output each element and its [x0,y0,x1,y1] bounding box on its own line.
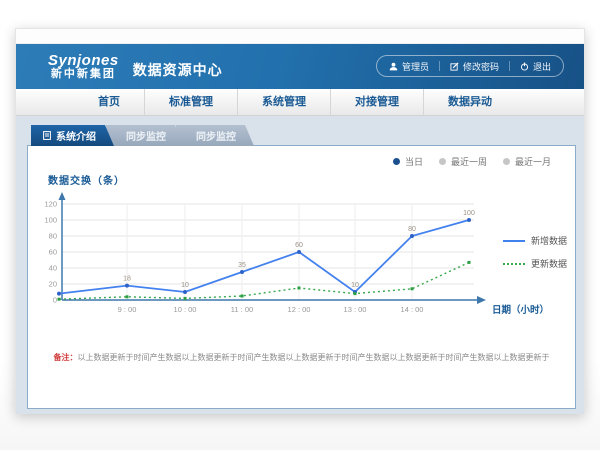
svg-text:80: 80 [408,226,416,233]
svg-text:120: 120 [44,200,57,209]
svg-text:100: 100 [44,216,57,225]
svg-text:0: 0 [53,296,57,305]
svg-text:日期（小时）: 日期（小时） [492,304,549,316]
range-option-label: 当日 [405,155,423,168]
tab-3[interactable]: 同步监控 [176,125,254,146]
legend-item-2: 更新数据 [503,257,567,270]
tab-label: 同步监控 [126,128,166,143]
svg-text:13 : 00: 13 : 00 [344,305,367,314]
range-option-label: 最近一周 [451,155,487,168]
range-option-3[interactable]: 最近一月 [503,155,551,168]
svg-text:10 : 00: 10 : 00 [174,305,197,314]
brand-logo-text: Synjones [48,53,119,69]
desktop-background: Synjones 新中新集团 数据资源中心 管理员 修改密码 [0,0,600,450]
change-password-button[interactable]: 修改密码 [450,60,499,73]
user-icon [389,62,398,71]
brand-logo: Synjones 新中新集团 [48,53,119,80]
radio-icon [503,158,510,165]
legend-item-1: 新增数据 [503,234,567,247]
legend-label: 新增数据 [531,234,567,247]
svg-text:100: 100 [463,210,475,217]
radio-selected-icon [393,158,400,165]
tab-1[interactable]: 系统介绍 [31,125,114,146]
window-top-strip [16,29,584,44]
svg-text:18: 18 [123,276,131,283]
user-toolbar: 管理员 修改密码 退出 [376,55,564,77]
nav-item-4[interactable]: 对接管理 [330,89,423,115]
tab-label: 同步监控 [196,128,236,143]
edit-icon [450,62,459,71]
nav-item-2[interactable]: 标准管理 [144,89,237,115]
document-icon [43,131,51,140]
range-option-2[interactable]: 最近一周 [439,155,487,168]
divider [509,61,510,71]
svg-text:35: 35 [238,262,246,269]
nav-item-5[interactable]: 数据异动 [423,89,516,115]
range-radio-group: 当日 最近一周 最近一月 [393,155,551,168]
nav-item-3[interactable]: 系统管理 [237,89,330,115]
svg-text:80: 80 [49,232,57,241]
radio-icon [439,158,446,165]
svg-text:10: 10 [181,282,189,289]
content-panel: 当日 最近一周 最近一月 数据交换（条） 0 20 40 60 80 100 120 9 : 00… [27,145,576,409]
power-icon [520,62,529,71]
legend-line-sample [503,240,525,242]
divider [439,61,440,71]
legend-line-sample [503,263,525,265]
y-axis-title: 数据交换（条） [48,172,125,187]
app-window: Synjones 新中新集团 数据资源中心 管理员 修改密码 [15,28,585,414]
svg-text:60: 60 [295,242,303,249]
tab-bar: 系统介绍 同步监控 同步监控 [31,125,584,146]
svg-text:40: 40 [49,264,57,273]
line-chart: 0 20 40 60 80 100 120 9 : 00 10 : 00 11 : 00 12 : … [36,186,566,331]
range-option-1[interactable]: 当日 [393,155,423,168]
footer-note-text: 以上数据更新于时间产生数据以上数据更新于时间产生数据以上数据更新于时间产生数据以… [78,353,550,362]
svg-text:12 : 00: 12 : 00 [288,305,311,314]
svg-text:10: 10 [351,282,359,289]
nav-item-1[interactable]: 首页 [74,89,144,115]
tab-2[interactable]: 同步监控 [106,125,184,146]
svg-text:20: 20 [49,280,57,289]
svg-text:9 : 00: 9 : 00 [118,305,137,314]
current-user[interactable]: 管理员 [389,60,429,73]
footer-note-label: 备注： [54,353,78,362]
chart-legend: 新增数据更新数据 [503,234,567,270]
tab-label: 系统介绍 [56,128,96,143]
app-header: Synjones 新中新集团 数据资源中心 管理员 修改密码 [16,44,584,89]
brand-logo-cn: 新中新集团 [48,69,119,81]
svg-text:14 : 00: 14 : 00 [401,305,424,314]
svg-text:11 : 00: 11 : 00 [231,305,253,314]
content-area: 系统介绍 同步监控 同步监控 当日 最近一周 最近一月 数据交换（条） 0 20 40 60 8… [16,116,584,414]
footer-note: 备注：以上数据更新于时间产生数据以上数据更新于时间产生数据以上数据更新于时间产生… [28,352,575,363]
page-title: 数据资源中心 [133,60,223,80]
legend-label: 更新数据 [531,257,567,270]
main-nav: 首页标准管理系统管理对接管理数据异动 [16,89,584,116]
logout-button[interactable]: 退出 [520,60,551,73]
svg-text:60: 60 [49,248,57,257]
range-option-label: 最近一月 [515,155,551,168]
